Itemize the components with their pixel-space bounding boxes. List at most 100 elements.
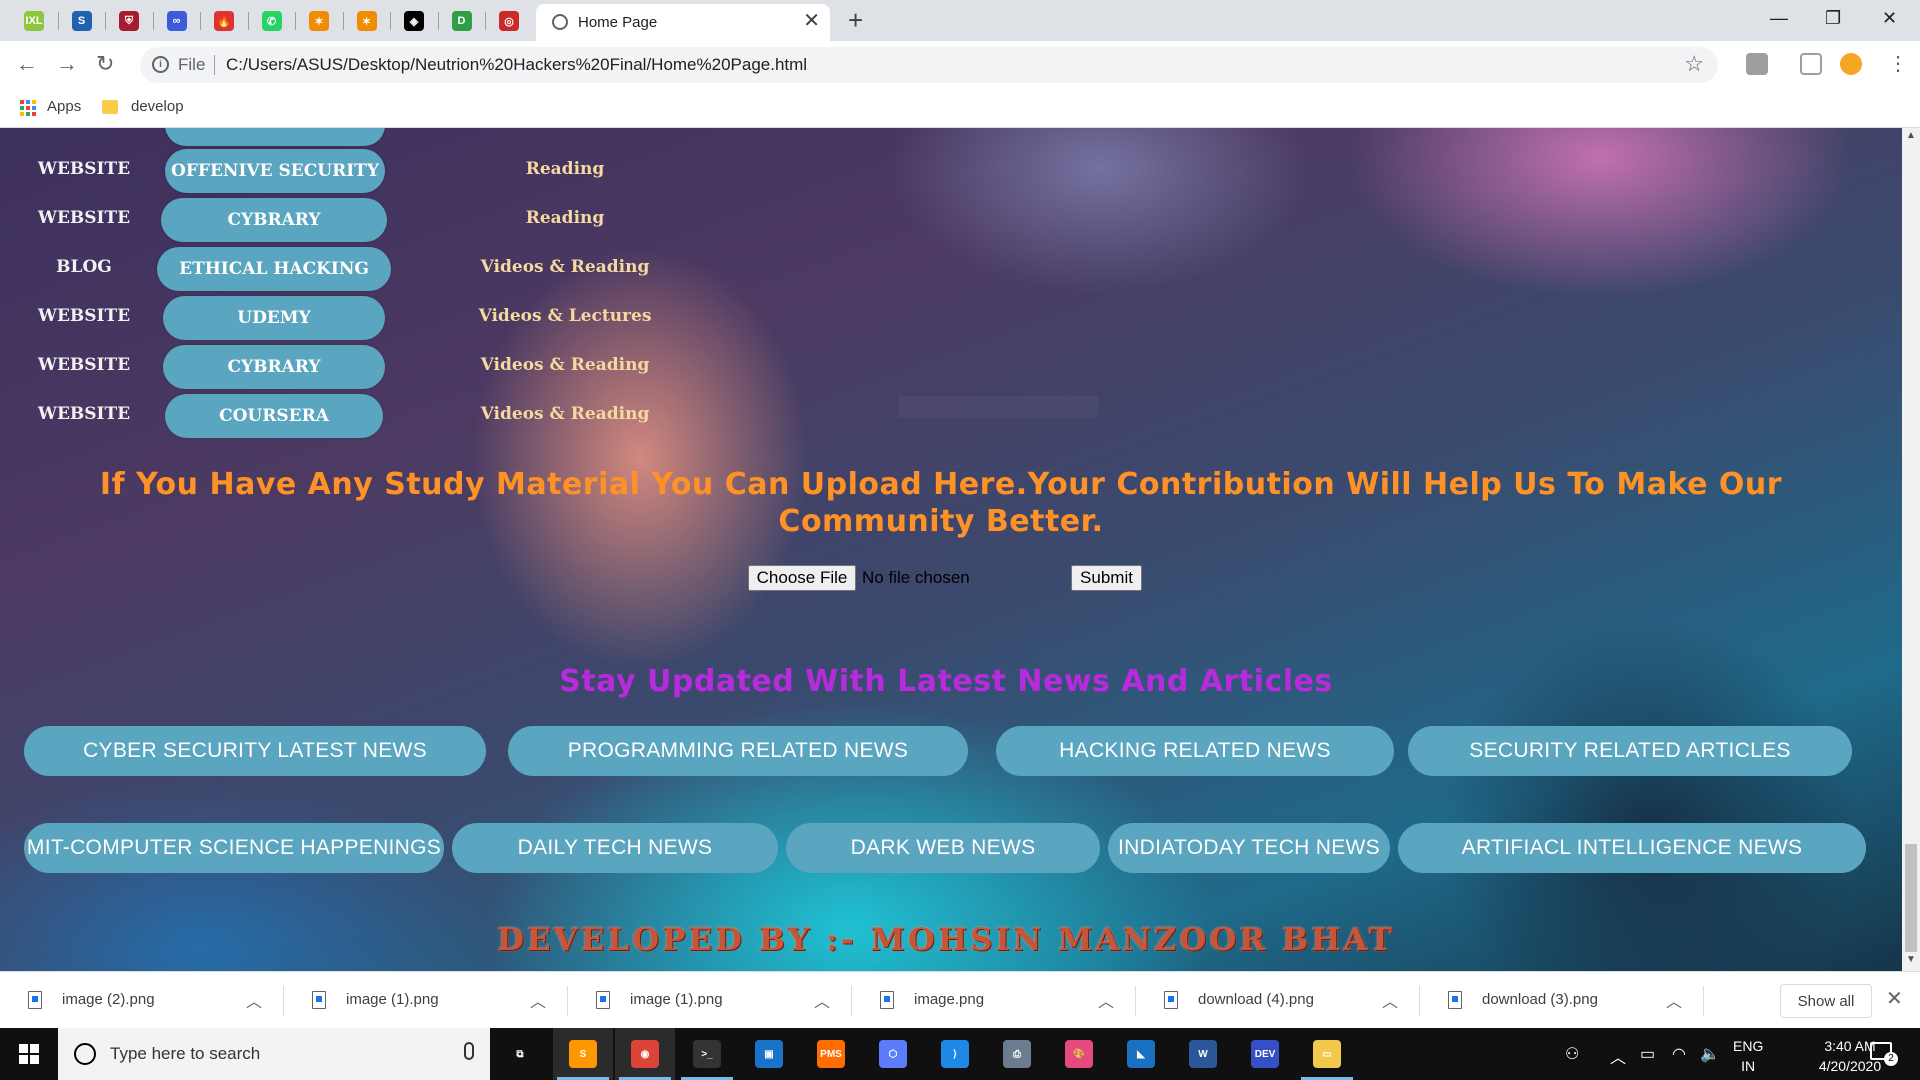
news-link-dark-web[interactable]: DARK WEB NEWS (786, 823, 1100, 873)
pinned-tab-3[interactable]: ⛨ (109, 6, 149, 36)
bookmark-develop[interactable]: develop (131, 98, 184, 115)
news-link-hacking[interactable]: HACKING RELATED NEWS (996, 726, 1394, 776)
resource-link-button[interactable]: UDEMY (163, 296, 385, 340)
taskbar-app-shark-fin[interactable]: ◣ (1111, 1028, 1171, 1080)
download-item[interactable]: image (1).png ︿ (568, 972, 852, 1029)
menu-kebab-icon[interactable]: ⋮ (1888, 51, 1908, 77)
reload-icon[interactable]: ↻ (96, 51, 114, 77)
shark-fin-icon: ◣ (1127, 1040, 1155, 1068)
taskbar-app-paint[interactable]: 🎨 (1049, 1028, 1109, 1080)
bookmarks-bar: Apps develop (0, 88, 1920, 128)
news-link-indiatoday[interactable]: INDIATODAY TECH NEWS (1108, 823, 1390, 873)
download-item[interactable]: image.png ︿ (852, 972, 1136, 1029)
news-link-cyber-security[interactable]: CYBER SECURITY LATEST NEWS (24, 726, 486, 776)
download-item[interactable]: image (2).png ︿ (0, 972, 284, 1029)
pinned-tab-10[interactable]: D (442, 6, 482, 36)
resource-link-button[interactable]: CYBRARY (163, 345, 385, 389)
restore-button[interactable]: ❐ (1825, 6, 1841, 30)
taskbar-app-virtualbox[interactable]: ▣ (739, 1028, 799, 1080)
pinned-tab-5[interactable]: 🔥 (204, 6, 244, 36)
tab-home-page[interactable]: Home Page ✕ (536, 4, 830, 41)
chevron-up-icon[interactable]: ︿ (1666, 988, 1682, 1012)
download-item[interactable]: download (3).png ︿ (1420, 972, 1704, 1029)
media-control-icon[interactable] (1800, 53, 1822, 75)
taskbar-app-sublime-text[interactable]: S (553, 1028, 613, 1080)
pdf-extension-icon[interactable] (1746, 53, 1768, 75)
notification-icon[interactable]: 2 (1870, 1042, 1898, 1066)
taskbar-app-box-3d[interactable]: ⬡ (863, 1028, 923, 1080)
wifi-icon[interactable]: ◠ (1672, 1044, 1686, 1064)
news-link-ai[interactable]: ARTIFIACL INTELLIGENCE NEWS (1398, 823, 1866, 873)
taskbar-app-dev-cpp[interactable]: DEV (1235, 1028, 1295, 1080)
image-file-icon (880, 991, 894, 1009)
taskbar-app-chrome[interactable]: ◉ (615, 1028, 675, 1080)
new-tab-button[interactable]: + (848, 6, 863, 34)
tab-separator (390, 12, 391, 30)
news-link-mit-cs[interactable]: MIT-COMPUTER SCIENCE HAPPENINGS (24, 823, 444, 873)
battery-icon[interactable]: ▭ (1640, 1044, 1655, 1064)
scroll-thumb[interactable] (1905, 844, 1917, 952)
info-icon[interactable]: i (152, 56, 169, 73)
taskbar-app-pms[interactable]: PMS (801, 1028, 861, 1080)
pinned-tab-11[interactable]: ◎ (489, 6, 529, 36)
address-bar[interactable]: i File C:/Users/ASUS/Desktop/Neutrion%20… (140, 47, 1718, 83)
taskbar-app-terminal[interactable]: >_ (677, 1028, 737, 1080)
resource-link-button[interactable]: CYBRARY (161, 198, 387, 242)
taskbar-app-vscode[interactable]: ⟩ (925, 1028, 985, 1080)
scroll-up-icon[interactable]: ▲ (1906, 130, 1916, 141)
download-item[interactable]: image (1).png ︿ (284, 972, 568, 1029)
bookmark-apps[interactable]: Apps (47, 98, 81, 115)
submit-button[interactable]: Submit (1071, 565, 1142, 591)
news-link-security-articles[interactable]: SECURITY RELATED ARTICLES (1408, 726, 1852, 776)
chevron-up-icon[interactable]: ︿ (530, 988, 546, 1012)
chevron-up-icon[interactable]: ︿ (814, 988, 830, 1012)
taskbar-app-word[interactable]: W (1173, 1028, 1233, 1080)
chevron-up-icon[interactable]: ︿ (246, 988, 262, 1012)
choose-file-button[interactable]: Choose File (748, 565, 856, 591)
download-item[interactable]: download (4).png ︿ (1136, 972, 1420, 1029)
resource-link-button[interactable]: COURSERA (165, 394, 383, 438)
pinned-tab-4[interactable]: ∞ (157, 6, 197, 36)
taskbar-app-file-explorer[interactable]: ▭ (1297, 1028, 1357, 1080)
page-scrollbar[interactable]: ▲ ▼ (1902, 128, 1920, 971)
chevron-up-icon[interactable]: ︿ (1610, 1044, 1626, 1068)
close-icon[interactable]: ✕ (1886, 986, 1903, 1011)
avatar[interactable] (1840, 53, 1862, 75)
resource-format-cell: Videos & Reading (480, 257, 650, 277)
taskbar-app-task-view[interactable]: ⧉ (490, 1028, 550, 1080)
show-all-button[interactable]: Show all (1780, 984, 1872, 1018)
pinned-tab-8[interactable]: ✶ (347, 6, 387, 36)
language-code: ENG (1733, 1038, 1764, 1054)
taskbar-search[interactable]: Type here to search (58, 1028, 490, 1080)
language-indicator[interactable]: ENG IN (1733, 1036, 1763, 1076)
volume-icon[interactable]: 🔈 (1700, 1044, 1720, 1064)
chevron-up-icon[interactable]: ︿ (1098, 988, 1114, 1012)
back-arrow-icon[interactable]: ← (16, 51, 38, 77)
pinned-tab-2[interactable]: S (62, 6, 102, 36)
url-scheme: File (178, 55, 206, 74)
close-tab-icon[interactable]: ✕ (803, 10, 820, 32)
close-window-button[interactable]: ✕ (1882, 6, 1897, 30)
chevron-up-icon[interactable]: ︿ (1382, 988, 1398, 1012)
start-button[interactable] (0, 1028, 58, 1080)
taskbar-app-printer[interactable]: ⎙ (987, 1028, 1047, 1080)
terminal-icon: >_ (693, 1040, 721, 1068)
news-link-programming[interactable]: PROGRAMMING RELATED NEWS (508, 726, 968, 776)
pinned-tab-1[interactable]: IXL (14, 6, 54, 36)
apps-grid-icon[interactable] (20, 100, 36, 116)
pinned-tab-6[interactable]: ✆ (252, 6, 292, 36)
resource-link-button[interactable]: ETHICAL HACKING (157, 247, 391, 291)
resource-button-partial[interactable] (165, 128, 385, 146)
forward-arrow-icon[interactable]: → (56, 51, 78, 77)
pinned-tab-7[interactable]: ✶ (299, 6, 339, 36)
resource-link-button[interactable]: OFFENIVE SECURITY (165, 149, 385, 193)
people-icon[interactable]: ⚇ (1565, 1044, 1579, 1064)
scroll-down-icon[interactable]: ▼ (1906, 954, 1916, 965)
resource-type-cell: WEBSITE (37, 404, 131, 424)
bookmark-star-icon[interactable]: ☆ (1684, 51, 1704, 77)
minimize-button[interactable]: — (1770, 6, 1788, 30)
pinned-tab-9[interactable]: ◈ (394, 6, 434, 36)
news-link-daily-tech[interactable]: DAILY TECH NEWS (452, 823, 778, 873)
microphone-icon[interactable] (464, 1042, 474, 1060)
url-text[interactable]: C:/Users/ASUS/Desktop/Neutrion%20Hackers… (226, 55, 807, 75)
